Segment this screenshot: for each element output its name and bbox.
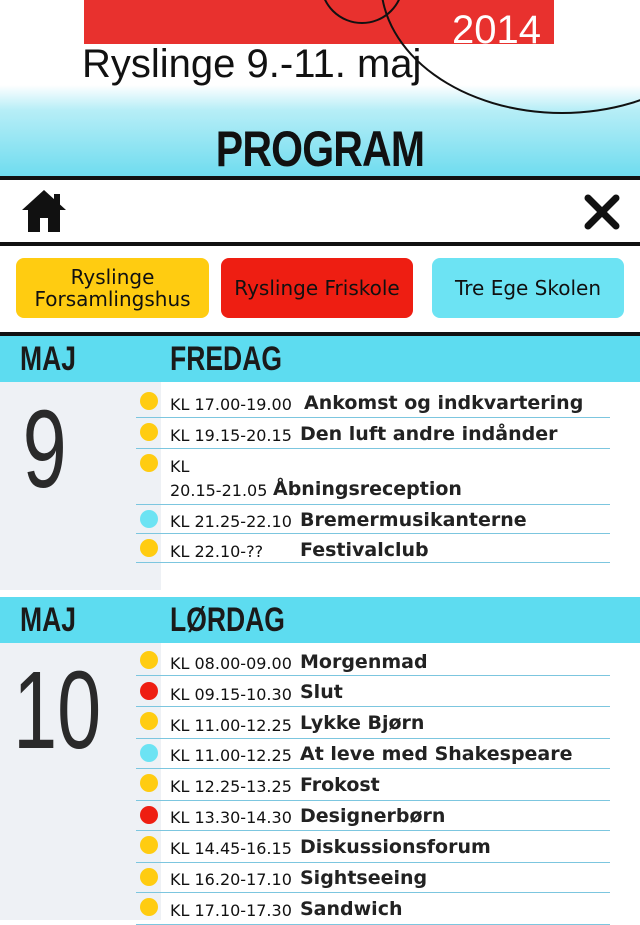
event-row[interactable]: KL 21.25-22.10 Bremermusikanterne (136, 505, 610, 534)
event-title: Ankomst og indkvartering (304, 392, 584, 414)
venue-dot-icon (140, 423, 158, 441)
venue-dot-icon (140, 836, 158, 854)
event-row[interactable]: KL 17.00-19.00 Ankomst og indkvartering (136, 389, 610, 418)
event-time: KL 21.25-22.10 (170, 512, 292, 531)
event-row[interactable]: KL 22.10-?? Festivalclub (136, 534, 610, 563)
event-row[interactable]: KL 08.00-09.00 Morgenmad (136, 647, 610, 676)
event-row[interactable]: KL 16.20-17.10 Sightseeing (136, 863, 610, 893)
day-header-saturday: MAJ LØRDAG (0, 597, 640, 643)
event-title: Designerbørn (300, 805, 446, 827)
event-title: Lykke Bjørn (300, 712, 425, 734)
venue-dot-icon (140, 868, 158, 886)
event-time: KL 17.00-19.00 (170, 395, 292, 414)
festival-year: 2014 (452, 8, 541, 52)
festival-dates: Ryslinge 9.-11. maj (82, 42, 422, 86)
event-title: Slut (300, 681, 343, 703)
event-time: KL 08.00-09.00 (170, 654, 292, 673)
venue-dot-icon (140, 392, 158, 410)
event-title: Åbningsreception (273, 478, 462, 500)
event-row[interactable]: KL 19.15-20.15 Den luft andre indånder (136, 418, 610, 449)
event-time: KL 14.45-16.15 (170, 839, 292, 858)
event-time-range: 20.15-21.05 (170, 481, 268, 500)
filter-ryslinge-forsamlingshus[interactable]: Ryslinge Forsamlingshus (16, 258, 209, 318)
event-title: Bremermusikanterne (300, 509, 527, 531)
day-number: 9 (22, 388, 67, 511)
event-time: KL (170, 457, 190, 476)
event-time: KL 19.15-20.15 (170, 426, 292, 445)
event-row[interactable]: KL 17.10-17.30 Sandwich (136, 893, 610, 925)
venue-dot-icon (140, 774, 158, 792)
event-time: KL 09.15-10.30 (170, 685, 292, 704)
event-time: KL 17.10-17.30 (170, 901, 292, 920)
event-row[interactable]: KL 11.00-12.25 At leve med Shakespeare (136, 739, 610, 769)
venue-dot-icon (140, 510, 158, 528)
event-time: KL 11.00-12.25 (170, 746, 292, 765)
venue-dot-icon (140, 651, 158, 669)
home-icon[interactable] (20, 188, 68, 234)
venue-dot-icon (140, 806, 158, 824)
event-title: Frokost (300, 774, 380, 796)
day-month-label: MAJ (20, 340, 77, 378)
venue-dot-icon (140, 744, 158, 762)
venue-dot-icon (140, 682, 158, 700)
event-title: At leve med Shakespeare (300, 743, 573, 765)
event-time: KL 12.25-13.25 (170, 777, 292, 796)
venue-dot-icon (140, 898, 158, 916)
day-weekday-label: LØRDAG (170, 601, 285, 639)
filter-tre-ege-skolen[interactable]: Tre Ege Skolen (432, 258, 624, 318)
toolbar (0, 176, 640, 246)
page-title: PROGRAM (215, 121, 425, 176)
filter-ryslinge-friskole[interactable]: Ryslinge Friskole (221, 258, 413, 318)
close-icon[interactable] (584, 194, 620, 230)
event-time: KL 11.00-12.25 (170, 716, 292, 735)
event-time: KL 22.10-?? (170, 542, 264, 561)
event-title: Den luft andre indånder (300, 423, 558, 445)
app-header: 2014 Ryslinge 9.-11. maj PROGRAM (0, 0, 640, 176)
event-title: Festivalclub (300, 539, 429, 561)
day-weekday-label: FREDAG (170, 340, 282, 378)
event-row[interactable]: KL 11.00-12.25 Lykke Bjørn (136, 707, 610, 739)
event-title: Morgenmad (300, 651, 428, 673)
event-row[interactable]: KL 13.30-14.30 Designerbørn (136, 801, 610, 831)
day-month-label: MAJ (20, 601, 77, 639)
event-row[interactable]: KL 09.15-10.30 Slut (136, 676, 610, 707)
event-row[interactable]: KL 20.15-21.05 Åbningsreception (136, 449, 610, 505)
event-row[interactable]: KL 14.45-16.15 Diskussionsforum (136, 831, 610, 863)
venue-filter-bar: Ryslinge Forsamlingshus Ryslinge Friskol… (0, 242, 640, 334)
venue-dot-icon (140, 539, 158, 557)
event-title: Sandwich (300, 898, 403, 920)
event-title: Sightseeing (300, 867, 428, 889)
day-number: 10 (13, 649, 102, 772)
event-time: KL 13.30-14.30 (170, 808, 292, 827)
venue-dot-icon (140, 454, 158, 472)
event-time: KL 16.20-17.10 (170, 870, 292, 889)
event-row[interactable]: KL 12.25-13.25 Frokost (136, 769, 610, 801)
venue-dot-icon (140, 712, 158, 730)
event-title: Diskussionsforum (300, 836, 491, 858)
day-header-friday: MAJ FREDAG (0, 336, 640, 382)
